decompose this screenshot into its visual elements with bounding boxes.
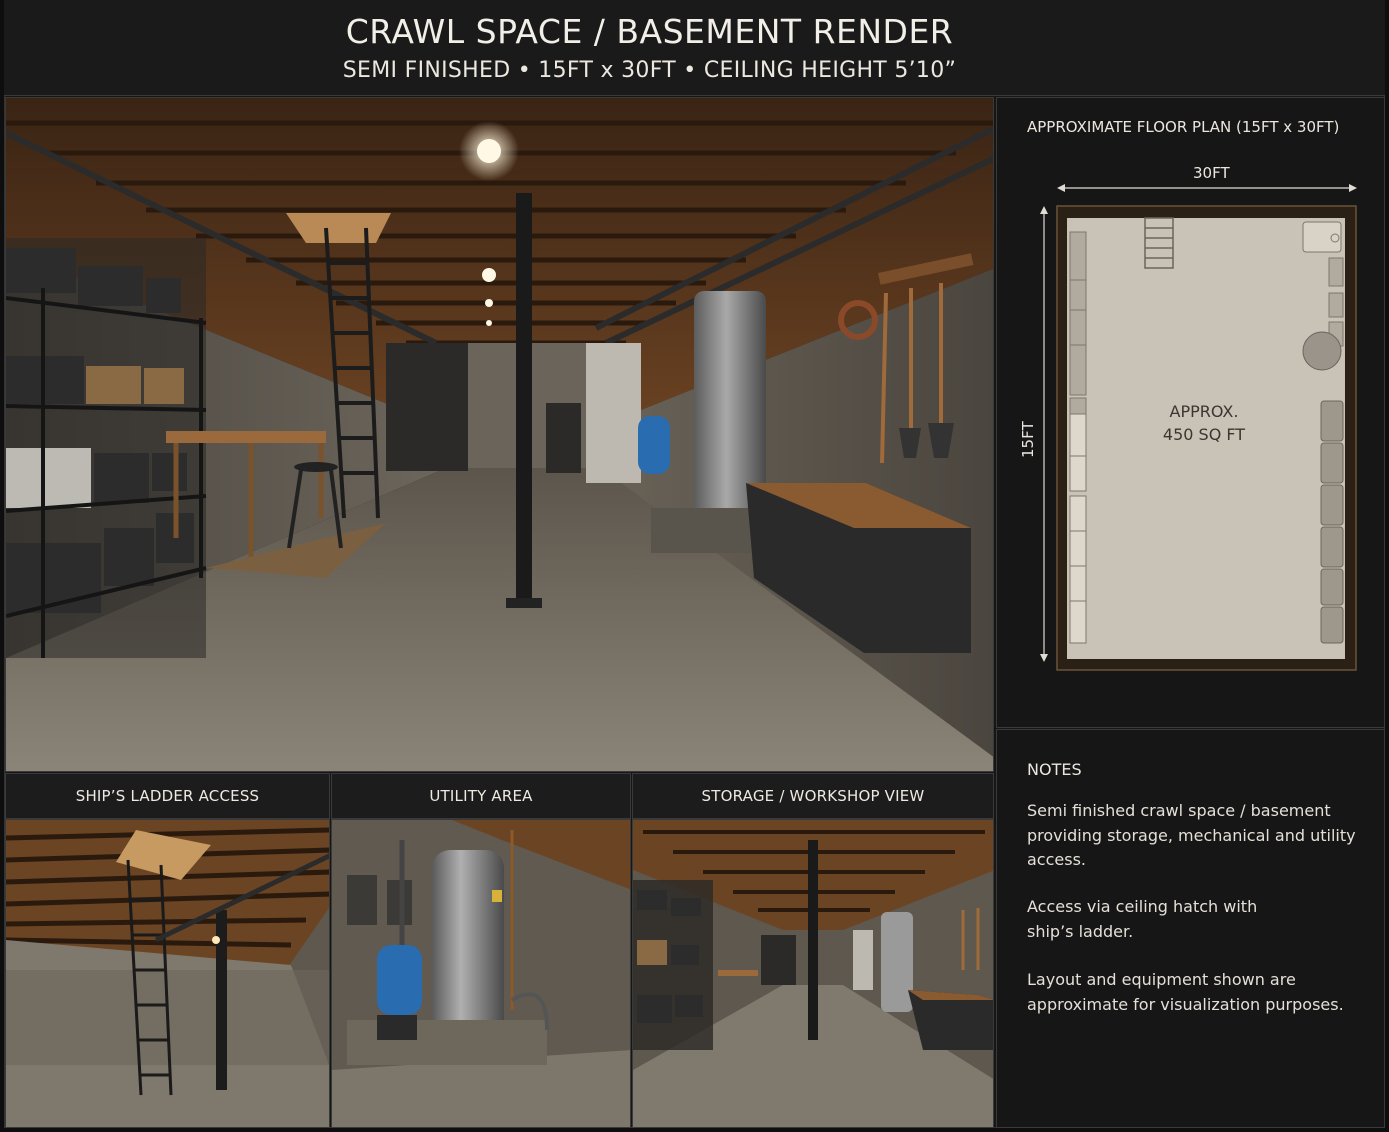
area-label-line1: APPROX.: [1169, 402, 1239, 421]
utility-area-render: [331, 819, 631, 1128]
floor-plan-depth-label: 15FT: [1019, 421, 1037, 458]
caption-ship-ladder-access: SHIP’S LADDER ACCESS: [5, 773, 330, 819]
note-item: Access via ceiling hatch with ship’s lad…: [1027, 897, 1258, 941]
floor-plan-area-label: APPROX. 450 SQ FT: [1147, 400, 1261, 446]
ladder-access-render: [5, 819, 330, 1128]
note-item: Semi finished crawl space / basement pro…: [1027, 801, 1356, 869]
page-subtitle: SEMI FINISHED • 15FT x 30FT • CEILING HE…: [342, 58, 957, 83]
area-label-line2: 450 SQ FT: [1162, 425, 1246, 444]
notes-panel: NOTES Semi finished crawl space / baseme…: [996, 729, 1385, 1128]
page-title: CRAWL SPACE / BASEMENT RENDER: [345, 12, 954, 51]
note-item: Layout and equipment shown are approxima…: [1027, 970, 1344, 1014]
notes-heading: NOTES: [1027, 760, 1082, 779]
caption-storage-workshop-view: STORAGE / WORKSHOP VIEW: [632, 773, 994, 819]
page-header: CRAWL SPACE / BASEMENT RENDER SEMI FINIS…: [4, 0, 1385, 96]
caption-utility-area: UTILITY AREA: [331, 773, 631, 819]
floor-plan-panel: APPROXIMATE FLOOR PLAN (15FT x 30FT) 30F…: [996, 97, 1385, 728]
floor-plan-width-label: 30FT: [1193, 164, 1230, 182]
storage-workshop-render: [632, 819, 994, 1128]
main-basement-render: [5, 97, 994, 772]
